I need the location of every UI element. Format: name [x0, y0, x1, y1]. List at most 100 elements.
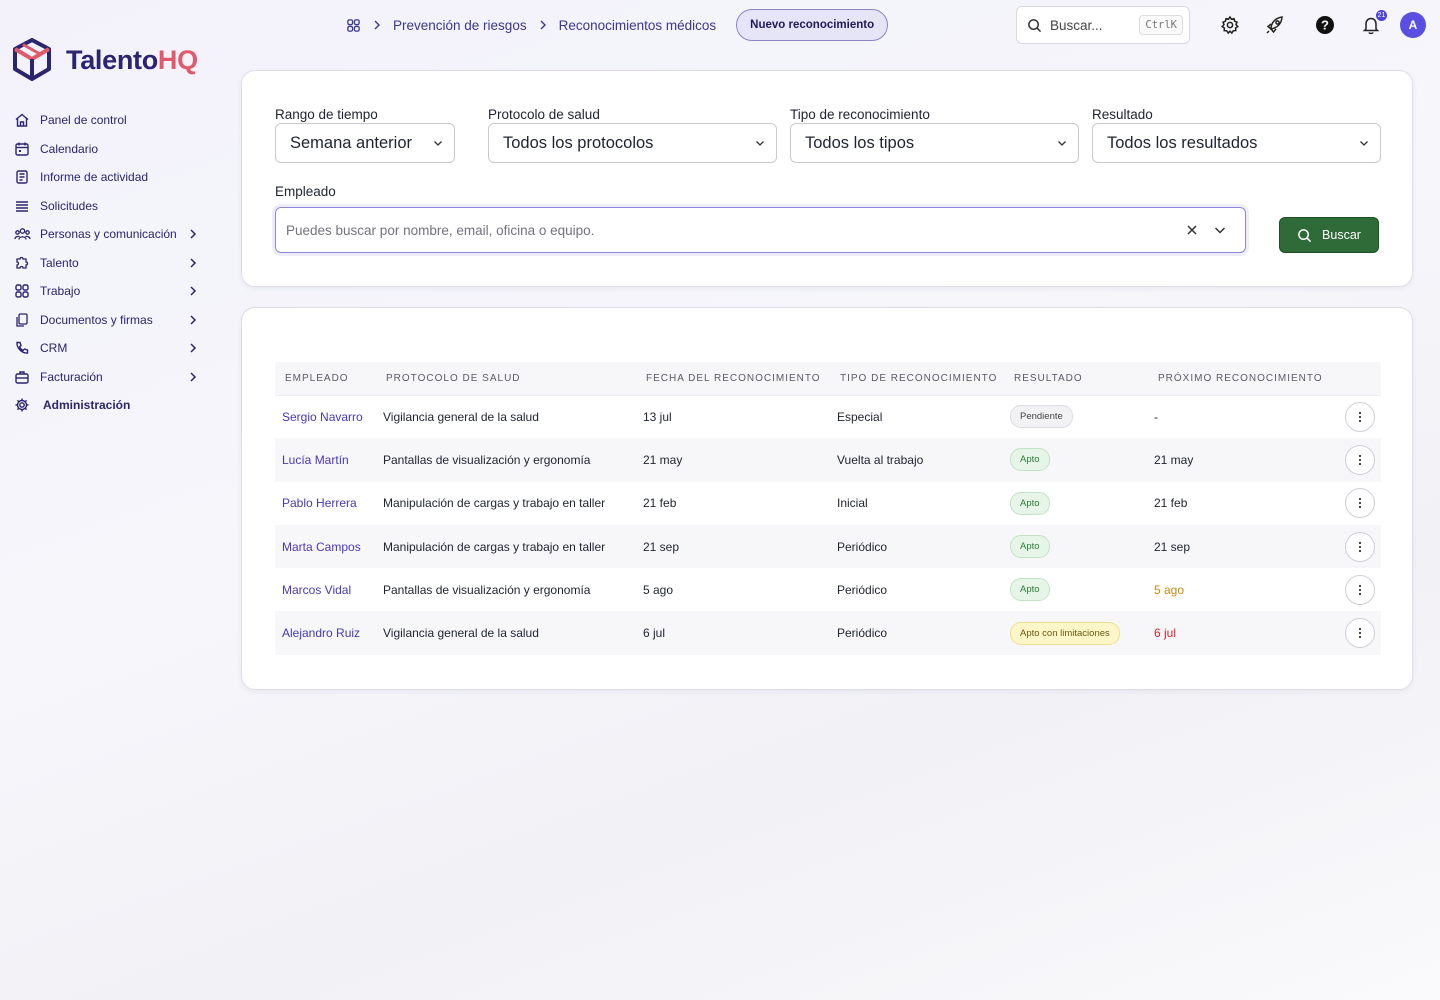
results-table-card: Empleado Protocolo de salud Fecha del re…: [241, 307, 1413, 690]
result-value: Todos los resultados: [1107, 133, 1258, 152]
employee-link[interactable]: Pablo Herrera: [275, 482, 376, 525]
type-cell: Especial: [837, 409, 883, 424]
sidebar-item-panel-de-control[interactable]: Panel de control: [12, 106, 212, 135]
actions-cell: [1331, 395, 1381, 438]
next-checkup-cell: 21 sep: [1154, 539, 1191, 554]
row-actions-button[interactable]: [1345, 531, 1375, 562]
more-vertical-icon: [1358, 411, 1362, 422]
breadcrumb-prevencion-de-riesgos[interactable]: Prevención de riesgos: [393, 18, 527, 33]
result-select[interactable]: Todos los resultados: [1092, 123, 1381, 163]
date-cell: 13 jul: [643, 409, 672, 424]
employee-link[interactable]: Marta Campos: [275, 525, 376, 568]
brand-logo[interactable]: TalentoHQ: [12, 38, 198, 82]
rocket-icon[interactable]: [1262, 12, 1288, 38]
sidebar-item-talento[interactable]: Talento: [12, 249, 212, 278]
apps-grid-icon[interactable]: [346, 18, 361, 33]
sidebar-item-facturacion[interactable]: Facturación: [12, 363, 212, 392]
checkups-table: Empleado Protocolo de salud Fecha del re…: [275, 362, 1381, 655]
column-header-date[interactable]: Fecha del reconocimiento: [636, 362, 830, 395]
protocol-value: Todos los protocolos: [503, 133, 654, 152]
chevron-right-icon: [190, 371, 197, 382]
sidebar-item-administracion[interactable]: Administración: [12, 391, 212, 420]
breadcrumb-reconocimientos-medicos[interactable]: Reconocimientos médicos: [559, 18, 717, 33]
column-header-result[interactable]: Resultado: [1006, 362, 1150, 395]
employee-field: [275, 207, 1246, 253]
sidebar-nav: Panel de control Calendario Informe de a…: [12, 106, 212, 420]
sidebar-item-trabajo[interactable]: Trabajo: [12, 277, 212, 306]
time-range-select[interactable]: Semana anterior: [275, 123, 455, 163]
chevron-right-icon: [190, 229, 197, 239]
row-actions-button[interactable]: [1345, 444, 1375, 475]
more-vertical-icon: [1358, 454, 1362, 466]
column-header-employee[interactable]: Empleado: [275, 362, 376, 395]
protocol-select[interactable]: Todos los protocolos: [488, 123, 777, 163]
help-icon[interactable]: ?: [1312, 12, 1338, 38]
global-search-input[interactable]: Buscar... CtrlK: [1016, 6, 1190, 44]
sidebar-item-label: Informe de actividad: [40, 170, 149, 185]
row-actions-button[interactable]: [1345, 618, 1375, 649]
avatar[interactable]: A: [1400, 12, 1426, 38]
result-badge: Apto: [1010, 448, 1050, 472]
time-range-value: Semana anterior: [290, 133, 412, 152]
search-button[interactable]: Buscar: [1279, 217, 1379, 253]
clear-icon[interactable]: [1181, 219, 1203, 241]
cube-logo-icon: [13, 38, 51, 81]
result-cell: Pendiente: [1006, 395, 1150, 438]
column-header-type[interactable]: Tipo de reconocimiento: [830, 362, 1006, 395]
row-actions-button[interactable]: [1345, 574, 1375, 605]
checkup-type-label: Tipo de reconocimiento: [790, 107, 930, 122]
chevron-down-icon: [434, 141, 442, 146]
employee-link[interactable]: Alejandro Ruiz: [275, 611, 376, 654]
employee-link[interactable]: Sergio Navarro: [275, 395, 376, 438]
more-vertical-icon: [1358, 541, 1362, 552]
sidebar-item-crm[interactable]: CRM: [12, 334, 212, 363]
sidebar-item-personas-y-comunicacion[interactable]: Personas y comunicación: [12, 220, 212, 249]
employee-search-input[interactable]: [286, 222, 1175, 238]
checkup-type-select[interactable]: Todos los tipos: [790, 123, 1079, 163]
sidebar-item-label: Talento: [40, 255, 79, 270]
sidebar-item-solicitudes[interactable]: Solicitudes: [12, 192, 212, 221]
breadcrumb: Prevención de riesgos Reconocimientos mé…: [346, 9, 889, 41]
column-header-protocol[interactable]: Protocolo de salud: [376, 362, 636, 395]
search-icon: [1028, 18, 1042, 32]
date-cell: 6 jul: [643, 626, 666, 641]
type-cell: Periódico: [837, 626, 888, 641]
actions-cell: [1331, 438, 1381, 481]
next-checkup-cell: 21 feb: [1154, 496, 1188, 511]
protocol-cell: Vigilancia general de la salud: [383, 626, 539, 641]
date-cell: 21 may: [643, 452, 683, 467]
new-checkup-button[interactable]: Nuevo reconocimiento: [736, 9, 889, 41]
protocol-cell: Manipulación de cargas y trabajo en tall…: [383, 539, 606, 554]
sidebar-item-calendario[interactable]: Calendario: [12, 135, 212, 164]
table-row: Marta Campos Manipulación de cargas y tr…: [275, 524, 1381, 569]
chevron-down-icon[interactable]: [1209, 219, 1231, 241]
employee-link[interactable]: Lucía Martín: [275, 438, 376, 481]
actions-cell: [1331, 568, 1381, 611]
sidebar-item-informe-de-actividad[interactable]: Informe de actividad: [12, 163, 212, 192]
notification-count-badge: 21: [1376, 10, 1387, 21]
date-cell: 5 ago: [643, 582, 674, 597]
settings-gear-icon[interactable]: [1217, 12, 1243, 38]
chevron-down-icon: [1058, 141, 1066, 146]
result-badge: Apto: [1010, 491, 1050, 515]
list-icon: [12, 196, 32, 216]
result-badge: Apto con limitaciones: [1010, 621, 1120, 645]
chevron-right-icon: [190, 286, 197, 296]
brand-name: TalentoHQ: [66, 44, 198, 75]
people-icon: [12, 224, 32, 244]
gear-icon: [12, 395, 32, 415]
chevron-right-icon: [371, 19, 383, 31]
employee-link[interactable]: Marcos Vidal: [275, 568, 376, 611]
sidebar-item-label: Documentos y firmas: [40, 312, 153, 327]
more-vertical-icon: [1358, 584, 1362, 595]
result-cell: Apto: [1006, 525, 1150, 568]
protocol-label: Protocolo de salud: [488, 107, 600, 122]
more-vertical-icon: [1358, 498, 1362, 509]
type-cell: Inicial: [837, 496, 868, 511]
actions-cell: [1331, 525, 1381, 568]
column-header-next[interactable]: Próximo reconocimiento: [1150, 362, 1331, 395]
row-actions-button[interactable]: [1345, 488, 1375, 519]
row-actions-button[interactable]: [1345, 401, 1375, 432]
sidebar-item-documentos-y-firmas[interactable]: Documentos y firmas: [12, 306, 212, 335]
svg-text:?: ?: [1321, 18, 1329, 33]
